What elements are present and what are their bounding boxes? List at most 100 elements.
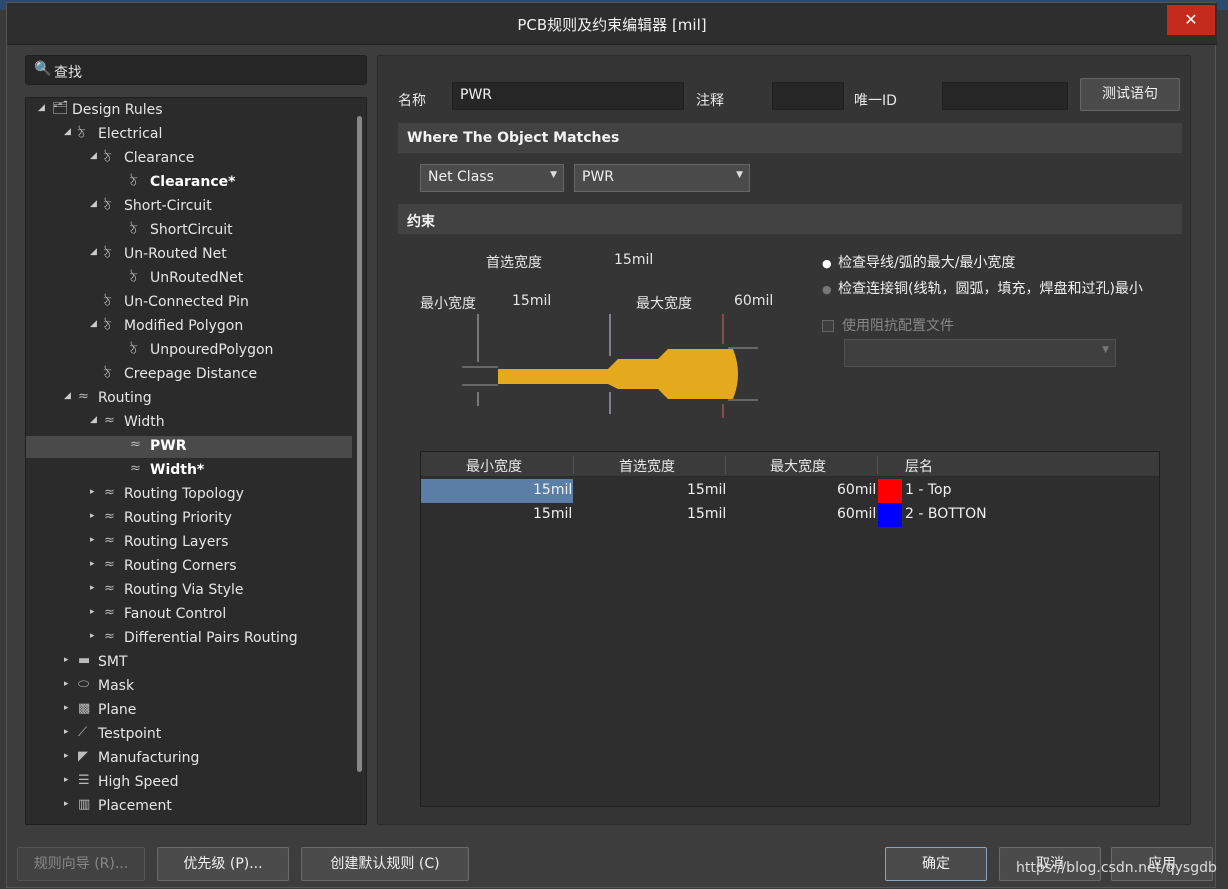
tree-item-label: Manufacturing xyxy=(98,750,200,766)
tree-item[interactable]: ঠ ShortCircuit xyxy=(26,220,352,242)
tree-item[interactable]: ▸ ⟋ Testpoint xyxy=(26,724,352,746)
expander-icon[interactable]: ◢ xyxy=(90,199,97,209)
col-max-width[interactable]: 最大宽度 xyxy=(770,456,826,476)
min-width-value[interactable]: 15mil xyxy=(512,293,551,309)
rule-icon: ▩ xyxy=(78,701,91,716)
expander-icon[interactable]: ◢ xyxy=(90,247,97,257)
table-row[interactable]: 15mil 15mil 60mil 2 - BOTTON xyxy=(421,503,1159,527)
tree-item[interactable]: ▸ ≈ Routing Via Style xyxy=(26,580,352,602)
expander-icon[interactable]: ▸ xyxy=(64,703,69,713)
expander-icon[interactable]: ◢ xyxy=(90,415,97,425)
expander-icon[interactable]: ◢ xyxy=(64,127,71,137)
test-query-button[interactable]: 测试语句 xyxy=(1080,78,1180,111)
row-pref-width[interactable]: 15mil xyxy=(687,506,726,522)
priority-button[interactable]: 优先级 (P)... xyxy=(157,847,289,881)
tree-item-label: Routing Corners xyxy=(124,558,237,574)
expander-icon[interactable]: ▸ xyxy=(64,751,69,761)
row-min-width[interactable]: 15mil xyxy=(533,482,572,498)
tree-item-label: High Speed xyxy=(98,774,179,790)
tree-item[interactable]: ঠ Creepage Distance xyxy=(26,364,352,386)
tree-item[interactable]: ◢ 🗂 Design Rules xyxy=(26,100,352,122)
ok-button[interactable]: 确定 xyxy=(885,847,987,881)
row-max-width[interactable]: 60mil xyxy=(837,506,876,522)
max-width-value[interactable]: 60mil xyxy=(734,293,773,309)
match-value-select[interactable]: PWR ▼ xyxy=(574,164,750,192)
expander-icon[interactable]: ▸ xyxy=(64,799,69,809)
table-row[interactable]: 15mil 15mil 60mil 1 - Top xyxy=(421,479,1159,503)
expander-icon[interactable]: ◢ xyxy=(90,319,97,329)
close-button[interactable]: ✕ xyxy=(1167,5,1215,35)
expander-icon[interactable]: ▸ xyxy=(90,535,95,545)
tree-scrollbar[interactable] xyxy=(356,104,364,818)
tree-item[interactable]: ▸ ▥ Placement xyxy=(26,796,352,818)
expander-icon[interactable]: ▸ xyxy=(90,583,95,593)
tree-item[interactable]: ঠ UnpouredPolygon xyxy=(26,340,352,362)
tree-item[interactable]: ◢ ঠ Electrical xyxy=(26,124,352,146)
col-layer-name[interactable]: 层名 xyxy=(905,456,933,476)
create-default-rules-button[interactable]: 创建默认规则 (C) xyxy=(301,847,469,881)
expander-icon[interactable]: ▸ xyxy=(90,487,95,497)
tree-item[interactable]: ▸ ◤ Manufacturing xyxy=(26,748,352,770)
rule-icon: ≈ xyxy=(130,461,141,476)
tree-scrollbar-thumb[interactable] xyxy=(357,116,362,772)
row-max-width[interactable]: 60mil xyxy=(837,482,876,498)
comment-field[interactable] xyxy=(772,82,844,110)
tree-item[interactable]: ▸ ≈ Routing Layers xyxy=(26,532,352,554)
expander-icon[interactable]: ▸ xyxy=(64,775,69,785)
expander-icon[interactable]: ◢ xyxy=(90,151,97,161)
tree-item[interactable]: ▸ ≈ Routing Topology xyxy=(26,484,352,506)
tree-item[interactable]: ঠ Clearance* xyxy=(26,172,352,194)
unique-id-field[interactable] xyxy=(942,82,1068,110)
unique-id-label: 唯一ID xyxy=(854,93,897,109)
rule-wizard-button[interactable]: 规则向导 (R)... xyxy=(17,847,145,881)
impedance-profile-checkbox[interactable]: 使用阻抗配置文件 xyxy=(822,315,954,335)
dialog-title: PCB规则及约束编辑器 [mil] xyxy=(517,16,707,34)
tree-item-label: Differential Pairs Routing xyxy=(124,630,298,646)
expander-icon[interactable]: ▸ xyxy=(64,679,69,689)
tree-item[interactable]: ▸ ≈ Routing Priority xyxy=(26,508,352,530)
tree-item[interactable]: ▸ ☰ High Speed xyxy=(26,772,352,794)
expander-icon[interactable]: ▸ xyxy=(90,607,95,617)
expander-icon[interactable]: ▸ xyxy=(90,559,95,569)
tree-item[interactable]: ▸ ≈ Fanout Control xyxy=(26,604,352,626)
tree-item[interactable]: ≈ Width* xyxy=(26,460,352,482)
tree-item-label: Design Rules xyxy=(72,102,163,118)
search-box[interactable]: 🔍 查找 xyxy=(25,55,367,85)
tree-item[interactable]: ◢ ≈ Routing xyxy=(26,388,352,410)
tree-item[interactable]: ঠ UnRoutedNet xyxy=(26,268,352,290)
name-label: 名称 xyxy=(398,93,426,109)
tree-item[interactable]: ◢ ঠ Modified Polygon xyxy=(26,316,352,338)
col-min-width[interactable]: 最小宽度 xyxy=(466,456,522,476)
row-min-width[interactable]: 15mil xyxy=(533,506,572,522)
tree-item[interactable]: ▸ ▬ SMT xyxy=(26,652,352,674)
rule-icon: 🗂 xyxy=(52,101,69,116)
check-track-width-radio[interactable]: ● 检查导线/弧的最大/最小宽度 xyxy=(822,252,1015,272)
tree-item[interactable]: ▸ ≈ Routing Corners xyxy=(26,556,352,578)
rule-editor-pane: 名称 PWR 注释 唯一ID 测试语句 Where The Object Mat… xyxy=(377,55,1191,825)
name-field[interactable]: PWR xyxy=(452,82,684,110)
title-bar: PCB规则及约束编辑器 [mil] ✕ xyxy=(7,3,1217,45)
tree-item[interactable]: ≈ PWR xyxy=(26,436,352,458)
match-type-select[interactable]: Net Class ▼ xyxy=(420,164,564,192)
tree-item[interactable]: ◢ ঠ Clearance xyxy=(26,148,352,170)
expander-icon[interactable]: ◢ xyxy=(38,103,45,113)
expander-icon[interactable]: ◢ xyxy=(64,391,71,401)
col-pref-width[interactable]: 首选宽度 xyxy=(619,456,675,476)
tree-item[interactable]: ◢ ঠ Short-Circuit xyxy=(26,196,352,218)
expander-icon[interactable]: ▸ xyxy=(64,727,69,737)
check-connected-copper-radio[interactable]: ● 检查连接铜(线轨，圆弧，填充，焊盘和过孔)最小 xyxy=(822,278,1162,298)
tree-item[interactable]: ▸ ≈ Differential Pairs Routing xyxy=(26,628,352,650)
tree-item[interactable]: ▸ ⬭ Mask xyxy=(26,676,352,698)
tree-item[interactable]: ◢ ≈ Width xyxy=(26,412,352,434)
tree-item[interactable]: ▸ ▩ Plane xyxy=(26,700,352,722)
tree-item[interactable]: ঠ Un-Connected Pin xyxy=(26,292,352,314)
expander-icon[interactable]: ▸ xyxy=(64,655,69,665)
rule-icon: ≈ xyxy=(104,509,115,524)
impedance-profile-select[interactable]: ▼ xyxy=(844,339,1116,367)
expander-icon[interactable]: ▸ xyxy=(90,631,95,641)
expander-icon[interactable]: ▸ xyxy=(90,511,95,521)
preferred-width-value[interactable]: 15mil xyxy=(614,252,653,268)
tree-item-label: Short-Circuit xyxy=(124,198,212,214)
tree-item[interactable]: ◢ ঠ Un-Routed Net xyxy=(26,244,352,266)
row-pref-width[interactable]: 15mil xyxy=(687,482,726,498)
